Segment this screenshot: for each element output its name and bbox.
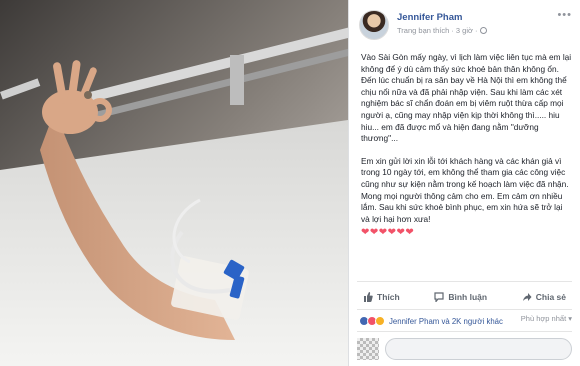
comment-composer <box>357 336 572 362</box>
divider <box>357 331 572 332</box>
post-header: Jennifer Pham Trang bạn thích · 3 giờ · … <box>359 10 572 40</box>
reaction-names[interactable]: Jennifer Pham và 2K người khác <box>389 317 503 326</box>
share-button[interactable]: Chia sẻ <box>516 287 572 307</box>
hospital-photo-image <box>0 0 348 366</box>
viewer-avatar <box>357 338 379 360</box>
comment-icon <box>434 292 444 302</box>
haha-reaction-icon <box>375 316 385 326</box>
post-body: Vào Sài Gòn mấy ngày, vì lịch làm việc l… <box>361 52 573 239</box>
post-panel: Jennifer Pham Trang bạn thích · 3 giờ · … <box>348 0 580 366</box>
post-meta: Trang bạn thích · 3 giờ · <box>397 26 487 35</box>
hearts-emoji: ❤❤❤❤❤❤ <box>361 227 415 239</box>
post-paragraph: Vào Sài Gòn mấy ngày, vì lịch làm việc l… <box>361 52 572 144</box>
share-icon <box>522 293 532 301</box>
comment-sort-dropdown[interactable]: Phù hợp nhất ▾ <box>521 314 572 323</box>
like-icon <box>364 292 373 302</box>
comment-label: Bình luận <box>448 292 488 302</box>
author-avatar[interactable] <box>359 10 389 40</box>
divider <box>357 281 572 282</box>
post-meta-text[interactable]: Trang bạn thích · 3 giờ · <box>397 26 480 35</box>
reactions-summary[interactable]: Jennifer Pham và 2K người khác Phù hợp n… <box>359 314 572 328</box>
author-name[interactable]: Jennifer Pham <box>397 12 462 23</box>
comment-input[interactable] <box>385 338 572 360</box>
comment-button[interactable]: Bình luận <box>428 287 493 307</box>
post-paragraph: Em xin gửi lời xin lỗi tới khách hàng và… <box>361 155 569 224</box>
like-button[interactable]: Thích <box>357 287 406 307</box>
action-bar: Thích Bình luận Chia sẻ <box>357 287 572 307</box>
post-photo[interactable] <box>0 0 348 366</box>
share-label: Chia sẻ <box>535 292 566 302</box>
like-label: Thích <box>377 292 400 302</box>
globe-icon <box>479 27 487 34</box>
divider <box>357 309 572 310</box>
more-icon[interactable]: ••• <box>557 10 572 21</box>
screenshot-frame: Jennifer Pham Trang bạn thích · 3 giờ · … <box>0 0 580 366</box>
